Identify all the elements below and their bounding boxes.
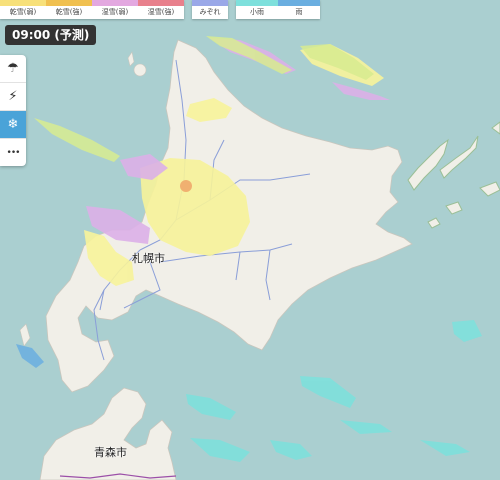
legend-color-swatch	[0, 0, 46, 6]
legend-item: みぞれ	[192, 0, 228, 19]
legend-item: 乾雪(強)	[46, 0, 92, 19]
lightning-button[interactable]: ⚡	[0, 83, 26, 111]
legend-color-swatch	[46, 0, 92, 6]
legend-group-snow: 乾雪(弱) 乾雪(強) 湿雪(弱) 湿雪(強)	[0, 0, 184, 19]
city-label-sapporo: 札幌市	[132, 252, 165, 265]
snow-icon: ❄	[7, 117, 19, 132]
map-canvas[interactable]	[0, 0, 500, 480]
legend-label: 雨	[295, 8, 303, 16]
legend-color-swatch	[236, 0, 278, 6]
snow-button[interactable]: ❄	[0, 111, 26, 139]
legend-color-swatch	[92, 0, 138, 6]
legend-label: 湿雪(強)	[147, 8, 175, 16]
legend-color-swatch	[278, 0, 320, 6]
legend-color-swatch	[138, 0, 184, 6]
lightning-icon: ⚡	[8, 89, 18, 104]
legend-item: 小雨	[236, 0, 278, 19]
legend-group-rain: 小雨 雨	[236, 0, 320, 19]
rain-cloud-icon: ☂	[7, 61, 19, 76]
rain-cloud-button[interactable]: ☂	[0, 55, 26, 83]
more-button[interactable]: •••	[0, 139, 26, 166]
legend-group-sleet: みぞれ	[192, 0, 228, 19]
more-icon: •••	[6, 147, 21, 158]
legend-label: 湿雪(弱)	[101, 8, 129, 16]
city-label-aomori: 青森市	[94, 446, 127, 459]
layer-toolbar: ☂ ⚡ ❄ •••	[0, 55, 26, 166]
legend-label: みぞれ	[199, 8, 221, 16]
rishiri-island	[133, 63, 147, 77]
legend-color-swatch	[192, 0, 228, 6]
precip-legend: 乾雪(弱) 乾雪(強) 湿雪(弱) 湿雪(強) みぞれ 小雨 雨	[0, 0, 320, 19]
legend-label: 小雨	[250, 8, 264, 16]
legend-item: 湿雪(強)	[138, 0, 184, 19]
precip-dry-snow-strong	[180, 180, 192, 192]
legend-item: 雨	[278, 0, 320, 19]
forecast-time-badge: 09:00 (予測)	[5, 25, 97, 45]
legend-label: 乾雪(弱)	[9, 8, 37, 16]
legend-item: 乾雪(弱)	[0, 0, 46, 19]
legend-label: 乾雪(強)	[55, 8, 83, 16]
legend-item: 湿雪(弱)	[92, 0, 138, 19]
